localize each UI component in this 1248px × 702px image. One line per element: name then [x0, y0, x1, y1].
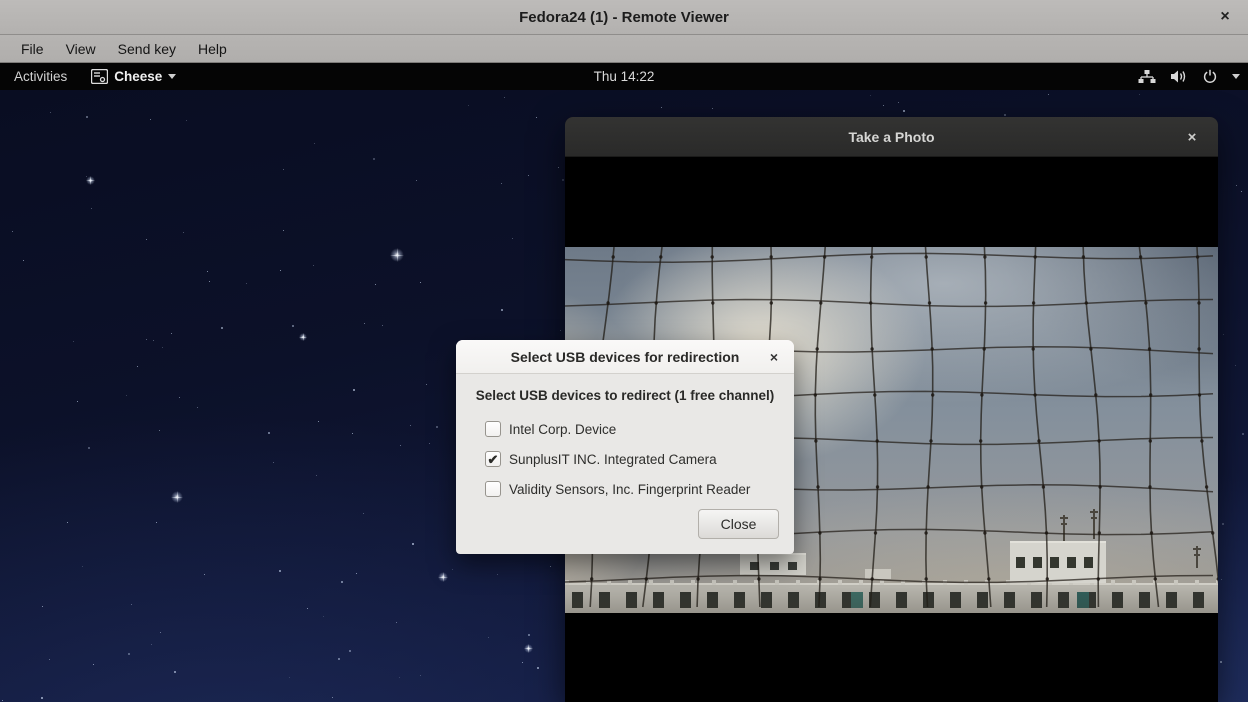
checkbox-fingerprint-reader[interactable] [485, 481, 501, 497]
volume-icon [1170, 69, 1188, 84]
activities-button[interactable]: Activities [0, 63, 81, 90]
cheese-titlebar[interactable]: Take a Photo × [565, 117, 1218, 157]
remote-viewer-menubar: File View Send key Help [0, 35, 1248, 63]
checkbox-intel-device[interactable] [485, 421, 501, 437]
clock[interactable]: Thu 14:22 [0, 69, 1248, 84]
menu-file[interactable]: File [10, 38, 55, 60]
usb-device-label: SunplusIT INC. Integrated Camera [509, 452, 717, 467]
usb-redirect-dialog: Select USB devices for redirection × Sel… [456, 340, 794, 554]
remote-viewer-titlebar[interactable]: Fedora24 (1) - Remote Viewer × [0, 0, 1248, 35]
menu-help[interactable]: Help [187, 38, 238, 60]
usb-device-label: Validity Sensors, Inc. Fingerprint Reade… [509, 482, 750, 497]
checkbox-integrated-camera[interactable]: ✔ [485, 451, 501, 467]
usb-dialog-titlebar[interactable]: Select USB devices for redirection × [456, 340, 794, 374]
usb-device-list: Intel Corp. Device ✔ SunplusIT INC. Inte… [485, 414, 750, 504]
close-button[interactable]: Close [698, 509, 779, 539]
system-status-area[interactable] [1138, 63, 1240, 90]
menu-send-key[interactable]: Send key [107, 38, 187, 60]
chevron-down-icon [168, 74, 176, 79]
camera-app-icon [91, 69, 108, 84]
close-icon[interactable]: × [1178, 123, 1206, 151]
chevron-down-icon [1232, 74, 1240, 79]
usb-device-row: Intel Corp. Device [485, 414, 750, 444]
power-icon [1202, 69, 1218, 84]
menu-view[interactable]: View [55, 38, 107, 60]
app-menu-label: Cheese [114, 69, 162, 84]
usb-device-label: Intel Corp. Device [509, 422, 616, 437]
usb-device-row: ✔ SunplusIT INC. Integrated Camera [485, 444, 750, 474]
cheese-title: Take a Photo [848, 129, 934, 145]
close-icon[interactable]: × [762, 345, 786, 369]
app-menu-cheese[interactable]: Cheese [81, 63, 186, 90]
remote-viewer-title: Fedora24 (1) - Remote Viewer [519, 9, 729, 26]
network-icon [1138, 69, 1156, 84]
usb-device-row: Validity Sensors, Inc. Fingerprint Reade… [485, 474, 750, 504]
gnome-top-bar: Activities Cheese Thu 14:22 [0, 63, 1248, 90]
close-icon[interactable]: × [1212, 4, 1238, 30]
usb-dialog-title: Select USB devices for redirection [511, 349, 740, 365]
usb-dialog-heading: Select USB devices to redirect (1 free c… [456, 388, 794, 403]
